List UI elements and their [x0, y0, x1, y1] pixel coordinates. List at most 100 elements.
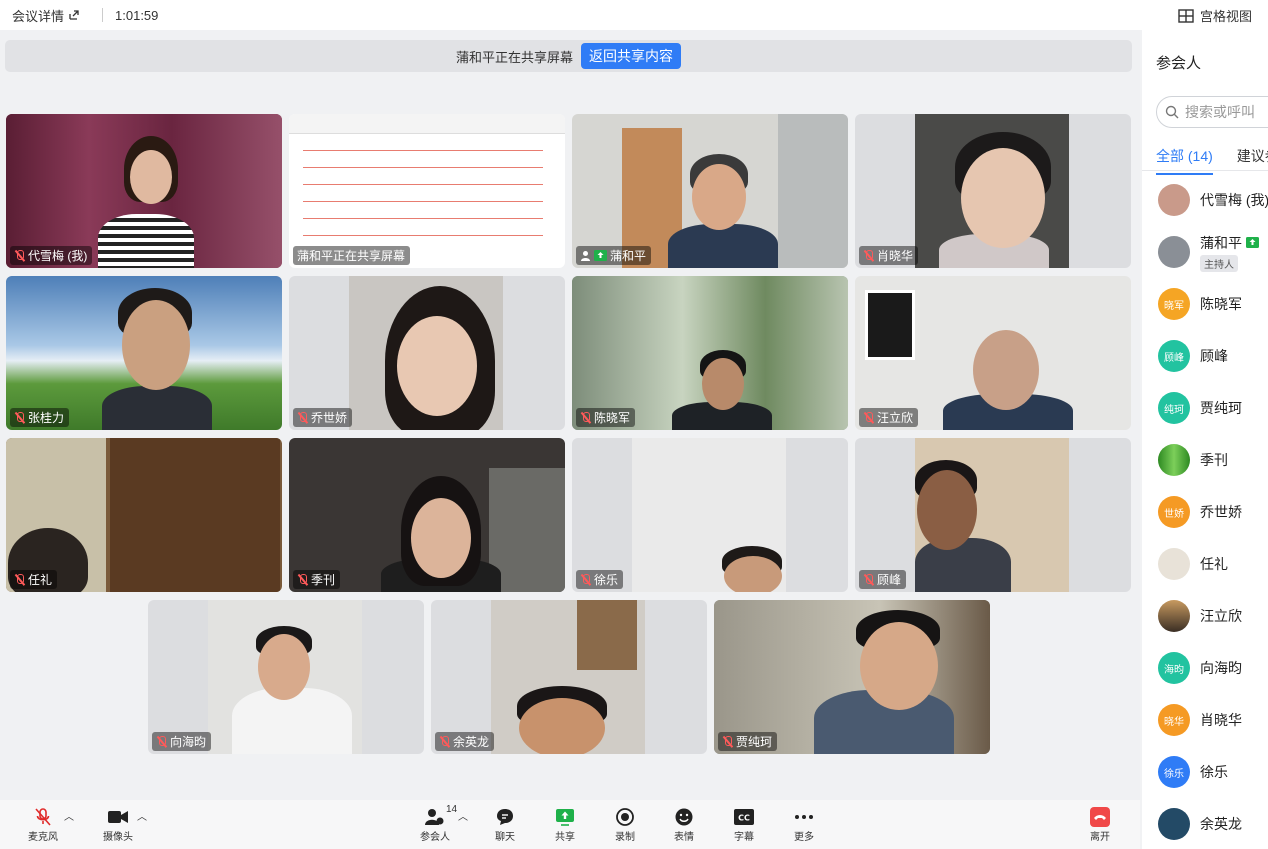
mic-button[interactable]: 麦克风	[28, 806, 58, 843]
list-item[interactable]: 任礼	[1142, 538, 1268, 590]
mic-label: 麦克风	[28, 832, 58, 843]
list-item[interactable]: 晓华 肖晓华	[1142, 694, 1268, 746]
video-tile[interactable]: 向海昀	[148, 600, 424, 754]
video-tile[interactable]: 蒲和平	[572, 114, 848, 268]
person-face	[702, 358, 744, 410]
more-button[interactable]: 更多	[793, 806, 815, 843]
list-item[interactable]: 汪立欣	[1142, 590, 1268, 642]
person-face	[692, 164, 746, 230]
participant-name: 汪立欣	[1200, 608, 1242, 624]
person-face	[397, 316, 477, 416]
list-item[interactable]: 晓军 陈晓军	[1142, 278, 1268, 330]
grid-view-button[interactable]: 宫格视图	[1178, 6, 1252, 25]
list-item[interactable]: 蒲和平 主持人	[1142, 226, 1268, 278]
participant-name-tag: 向海昀	[152, 732, 212, 751]
list-item[interactable]: 顾峰 顾峰	[1142, 330, 1268, 382]
participant-count: 14	[446, 804, 458, 815]
list-item[interactable]: 海昀 向海昀	[1142, 642, 1268, 694]
participants-button[interactable]: 14 参会人	[420, 804, 457, 843]
grid-view-label: 宫格视图	[1199, 9, 1252, 24]
return-to-share-button[interactable]: 返回共享内容	[581, 43, 681, 69]
camera-options-chevron-icon[interactable]: ︿	[137, 808, 147, 823]
mic-off-icon	[863, 411, 874, 424]
leave-button[interactable]: 离开	[1089, 806, 1111, 843]
meeting-toolbar: 麦克风 ︿ 摄像头 ︿ 14 参会人 ︿ 聊天 共享 录制 表情 CC 字幕 更…	[0, 800, 1140, 849]
video-tile[interactable]: 代雪梅 (我)	[6, 114, 282, 268]
person-face	[860, 622, 938, 710]
avatar: 徐乐	[1158, 756, 1190, 788]
tab-all[interactable]: 全部 (14)	[1156, 146, 1213, 175]
participant-name-tag: 顾峰	[859, 570, 907, 589]
share-banner-text: 蒲和平正在共享屏幕	[455, 49, 573, 65]
participants-panel: 参会人 搜索或呼叫 全部 (14) 建议参 代雪梅 (我) 蒲和平 主持人 晓军…	[1142, 30, 1268, 849]
topbar-divider	[102, 8, 104, 22]
participant-name: 徐乐	[1200, 764, 1228, 780]
list-item[interactable]: 世娇 乔世娇	[1142, 486, 1268, 538]
person-face	[411, 498, 471, 578]
avatar	[1158, 184, 1190, 216]
chat-button[interactable]: 聊天	[494, 806, 516, 843]
video-tile[interactable]: 陈晓军	[572, 276, 848, 430]
participant-name: 任礼	[1200, 556, 1228, 572]
shared-document-text	[303, 140, 543, 250]
mic-off-icon	[14, 249, 25, 262]
mic-options-chevron-icon[interactable]: ︿	[64, 808, 74, 823]
video-tile[interactable]: 乔世娇	[289, 276, 565, 430]
mic-off-icon	[439, 735, 450, 748]
list-item[interactable]: 纯珂 贾纯珂	[1142, 382, 1268, 434]
avatar: 世娇	[1158, 496, 1190, 528]
participants-options-chevron-icon[interactable]: ︿	[458, 808, 468, 823]
share-link-icon	[69, 10, 79, 20]
video-tile[interactable]: 肖晓华	[855, 114, 1131, 268]
share-screen-icon	[556, 809, 574, 826]
camera-button[interactable]: 摄像头	[103, 806, 133, 843]
avatar	[1158, 548, 1190, 580]
video-tile[interactable]: 余英龙	[431, 600, 707, 754]
tab-suggested[interactable]: 建议参	[1237, 146, 1268, 166]
participant-name: 张桂力	[28, 411, 65, 425]
participant-search-input[interactable]: 搜索或呼叫	[1156, 96, 1268, 128]
list-item[interactable]: 余英龙	[1142, 798, 1268, 849]
participant-name: 顾峰	[877, 573, 902, 587]
list-item[interactable]: 季刊	[1142, 434, 1268, 486]
person-face	[258, 634, 310, 700]
shared-screen-tile[interactable]: 蒲和平正在共享屏幕	[289, 114, 565, 268]
screen-share-banner: 蒲和平正在共享屏幕 返回共享内容	[5, 40, 1132, 72]
participant-name-tag: 蒲和平	[576, 246, 652, 265]
camera-icon	[108, 811, 128, 823]
video-tile[interactable]: 任礼	[6, 438, 282, 592]
person-face	[130, 150, 172, 204]
video-tile[interactable]: 张桂力	[6, 276, 282, 430]
list-item[interactable]: 徐乐 徐乐	[1142, 746, 1268, 798]
avatar	[1158, 600, 1190, 632]
bookcase-background	[110, 438, 280, 592]
top-bar: 会议详情 1:01:59 宫格视图	[0, 0, 1268, 30]
participant-list: 代雪梅 (我) 蒲和平 主持人 晓军 陈晓军 顾峰 顾峰 纯珂 贾纯珂 季刊 世…	[1142, 174, 1268, 849]
person-body	[102, 386, 212, 430]
more-icon	[795, 815, 813, 819]
video-tile[interactable]: 汪立欣	[855, 276, 1131, 430]
search-icon	[1165, 105, 1179, 119]
participant-name-tag: 贾纯珂	[718, 732, 778, 751]
video-tile[interactable]: 顾峰	[855, 438, 1131, 592]
participant-name-tag: 任礼	[10, 570, 58, 589]
video-tile[interactable]: 贾纯珂	[714, 600, 990, 754]
reactions-label: 表情	[674, 832, 694, 843]
participant-name: 蒲和平正在共享屏幕	[297, 249, 406, 263]
avatar: 晓军	[1158, 288, 1190, 320]
person-body	[915, 538, 1011, 592]
video-tile[interactable]: 徐乐	[572, 438, 848, 592]
share-button[interactable]: 共享	[554, 806, 576, 843]
captions-button[interactable]: CC 字幕	[733, 806, 755, 843]
participant-name: 向海昀	[1200, 660, 1242, 676]
reactions-button[interactable]: 表情	[673, 806, 695, 843]
list-item[interactable]: 代雪梅 (我)	[1142, 174, 1268, 226]
video-tile[interactable]: 季刊	[289, 438, 565, 592]
meeting-details-label: 会议详情	[12, 8, 65, 24]
participant-name-tag: 乔世娇	[293, 408, 353, 427]
meeting-details-button[interactable]: 会议详情	[12, 6, 80, 25]
person-body	[668, 224, 778, 268]
record-button[interactable]: 录制	[614, 806, 636, 843]
grid-icon	[1178, 8, 1194, 23]
mic-off-icon	[580, 411, 591, 424]
